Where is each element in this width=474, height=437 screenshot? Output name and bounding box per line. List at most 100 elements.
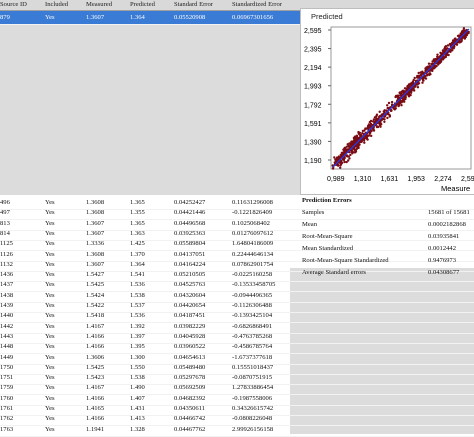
table-cell-ste: -0.1393425104 [232, 312, 273, 319]
scatter-point [367, 134, 371, 137]
table-cell-pred: 1.392 [130, 323, 145, 330]
scatter-point [436, 53, 439, 56]
table-cell-pred: 1.397 [130, 333, 145, 340]
prediction-plot: Predicted 2,595 2,395 2,194 1,993 1,792 1,591… [300, 8, 474, 195]
scatter-point [375, 125, 379, 128]
table-cell-pred: 1.300 [130, 354, 145, 361]
scatter-point [387, 101, 391, 105]
table-cell-inc: Yes [45, 333, 55, 340]
table-cell-id: 1439 [0, 302, 14, 309]
scatter-point [458, 40, 461, 43]
prediction-error-value: 0.03935841 [428, 233, 460, 240]
table-cell-id: 1759 [0, 384, 14, 391]
table-cell-meas: 1.4167 [86, 323, 105, 330]
scatter-point [363, 141, 366, 144]
scatter-point [444, 45, 447, 49]
table-cell-meas: 1.5418 [86, 312, 105, 319]
table-cell-pred: 1.425 [130, 240, 145, 247]
table-cell-inc: Yes [45, 364, 55, 371]
table-cell-se: 0.04350611 [174, 405, 206, 412]
scatter-point [359, 135, 362, 138]
scatter-point [417, 71, 420, 75]
table-cell-meas: 1.4166 [86, 415, 105, 422]
scatter-point [395, 95, 398, 98]
scatter-point [444, 53, 448, 57]
prediction-error-value: 0.0012442 [428, 245, 457, 252]
table-cell-pred: 1.395 [130, 343, 145, 350]
scatter-point [345, 160, 348, 164]
prediction-error-row: Mean Standardized 0.0012442 [300, 243, 474, 255]
table-cell-ste: -0.0808226048 [232, 415, 273, 422]
prediction-error-label: Root-Mean-Square [302, 233, 353, 240]
scatter-point [389, 109, 393, 113]
table-cell-ste: 0.34326615742 [232, 405, 274, 412]
table-cell-inc: Yes [45, 220, 55, 227]
table-cell-meas: 1.5425 [86, 364, 105, 371]
table-cell-id: 1125 [0, 240, 13, 247]
scatter-point [449, 50, 452, 53]
col-included[interactable]: Included [45, 1, 68, 8]
scatter-point [372, 118, 376, 121]
scatter-point [370, 134, 373, 138]
table-cell-se: 0.04164224 [174, 261, 206, 268]
scatter-point [426, 65, 430, 68]
col-measured[interactable]: Measured [86, 1, 112, 8]
scatter-point [436, 56, 440, 59]
prediction-error-label: Mean [302, 221, 318, 228]
y-tick-label: 2,194 [304, 65, 322, 72]
prediction-error-label: Root-Mean-Square Standardized [302, 257, 389, 264]
table-cell-pred: 1.536 [130, 312, 145, 319]
scatter-point [355, 145, 358, 148]
y-tick-label: 1,792 [304, 102, 322, 109]
grid-empty-area [0, 24, 300, 195]
scatter-point [459, 32, 462, 35]
table-cell-ste: -0.1221826409 [232, 209, 273, 216]
scatter-point [423, 75, 427, 78]
table-cell-se: 0.04496568 [174, 220, 206, 227]
prediction-errors-title: Prediction Errors [302, 197, 352, 204]
table-cell-inc: Yes [45, 323, 55, 330]
scatter-point [375, 113, 379, 116]
scatter-point [453, 45, 456, 48]
table-cell-ste: -0.0870751915 [232, 374, 273, 381]
table-cell-pred: 1.550 [130, 364, 145, 371]
scatter-point [380, 123, 383, 126]
col-standard-error[interactable]: Standard Error [174, 1, 213, 8]
table-cell-id: 1763 [0, 426, 14, 433]
scatter-point [400, 92, 403, 95]
scatter-point [369, 123, 372, 127]
table-cell-pred: 1.537 [130, 302, 145, 309]
table-cell-inc: Yes [45, 292, 55, 299]
scatter-point [386, 116, 389, 120]
table-cell-id: 879 [0, 14, 10, 21]
table-cell-inc: Yes [45, 343, 55, 350]
scatter-point [407, 95, 411, 98]
table-cell-se: 0.04252427 [174, 199, 206, 206]
x-tick-label: 2,59 [461, 176, 474, 183]
scatter-point [343, 160, 346, 164]
table-cell-se: 0.04137051 [174, 251, 206, 258]
col-predicted[interactable]: Predicted [130, 1, 155, 8]
table-cell-inc: Yes [45, 312, 55, 319]
col-standardized-error[interactable]: Standardized Error [232, 1, 282, 8]
table-cell-pred: 1.538 [130, 292, 145, 299]
table-cell-pred: 1.363 [130, 230, 145, 237]
scatter-point [357, 142, 360, 146]
scatter-point [365, 127, 369, 130]
table-cell-ste: 0.07862901754 [232, 261, 274, 268]
scatter-point [349, 153, 352, 157]
table-cell-meas: 1.3336 [86, 240, 105, 247]
table-cell-meas: 1.4166 [86, 333, 105, 340]
scatter-point [339, 166, 342, 169]
col-source-id[interactable]: Source ID [0, 1, 27, 8]
x-tick-label: 0,989 [327, 176, 345, 183]
table-cell-id: 1762 [0, 415, 14, 422]
table-cell-ste: 1.64804186009 [232, 240, 274, 247]
table-row[interactable]: 1763 Yes 1.1941 1.328 0.04467762 2.9992615615… [0, 423, 474, 437]
scatter-point [463, 34, 467, 37]
table-cell-id: 1443 [0, 333, 14, 340]
scatter-point [337, 163, 340, 167]
x-tick-label: 1,310 [354, 176, 372, 183]
scatter-point [410, 81, 413, 85]
table-cell-inc: Yes [45, 230, 55, 237]
